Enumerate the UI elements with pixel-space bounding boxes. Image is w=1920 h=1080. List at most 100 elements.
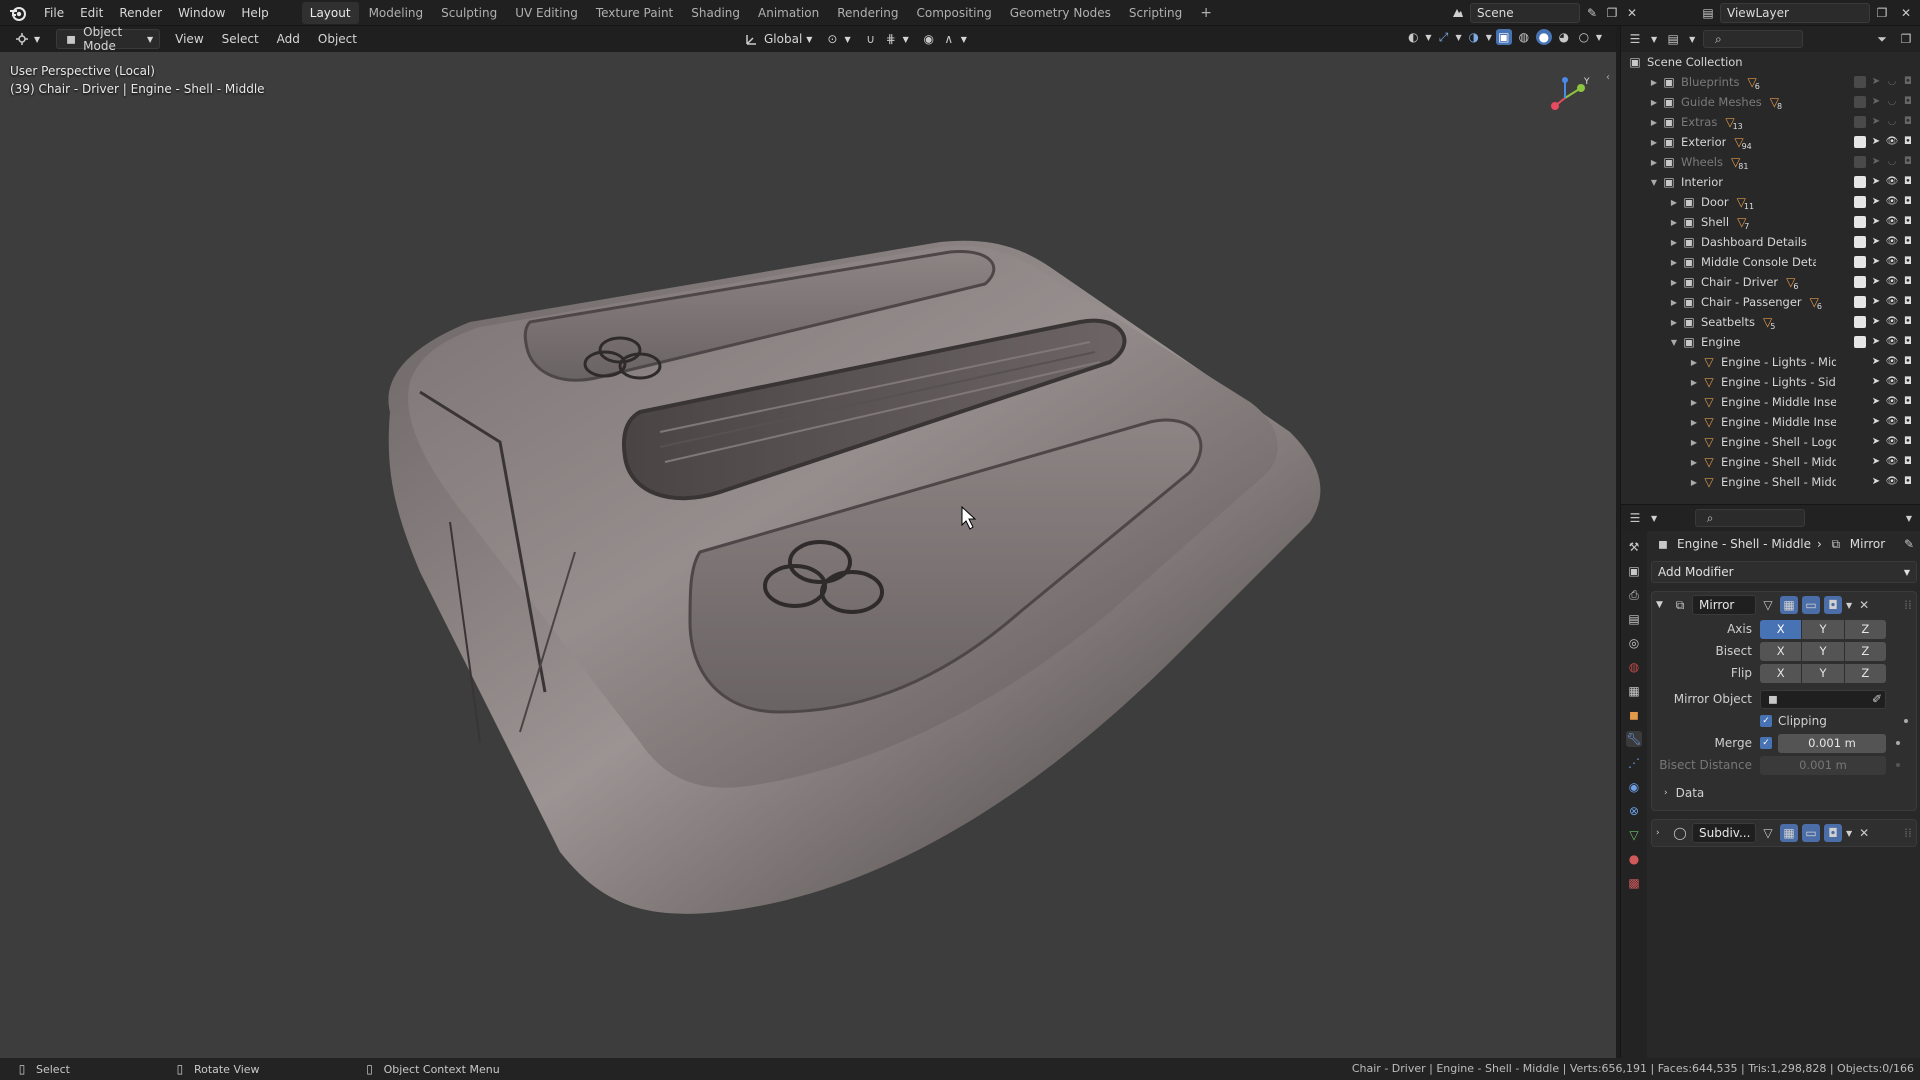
- selectable-arrow-icon[interactable]: ➤: [1870, 454, 1882, 470]
- scene-collection-row[interactable]: ▣ Scene Collection: [1621, 52, 1920, 72]
- render-toggle-icon[interactable]: ◘: [1824, 824, 1842, 842]
- exclude-checkbox[interactable]: [1854, 296, 1866, 308]
- bisect-y-toggle[interactable]: Y: [1802, 641, 1845, 661]
- eye-icon[interactable]: 👁︎: [1886, 194, 1899, 210]
- chevron-down-icon[interactable]: ▼: [1846, 829, 1852, 838]
- selectable-arrow-icon[interactable]: ➤: [1870, 414, 1882, 430]
- drag-handle-icon[interactable]: ⁞⁞: [1900, 597, 1916, 613]
- eye-icon[interactable]: 👁︎: [1886, 414, 1899, 430]
- outliner-item[interactable]: ▼ ▣ Interior ➤ 👁︎ ◘: [1621, 172, 1920, 192]
- camera-icon[interactable]: ◘: [1902, 94, 1914, 110]
- drag-handle-icon[interactable]: ⁞⁞: [1900, 825, 1916, 841]
- view-layer-tab-icon[interactable]: ▤: [1626, 611, 1642, 627]
- eye-icon[interactable]: ◡: [1886, 74, 1898, 90]
- selectable-arrow-icon[interactable]: ➤: [1870, 74, 1882, 90]
- collapsed-arrow-icon[interactable]: ▶: [1687, 358, 1701, 367]
- eye-icon[interactable]: 👁︎: [1886, 294, 1899, 310]
- tab-uv-editing[interactable]: UV Editing: [507, 2, 586, 24]
- camera-icon[interactable]: ◘: [1902, 334, 1914, 350]
- exclude-checkbox[interactable]: [1854, 196, 1866, 208]
- selectable-arrow-icon[interactable]: ➤: [1870, 234, 1882, 250]
- outliner-item[interactable]: ▶ ▣ Chair - Driver ▽ 6 ➤ 👁︎ ◘: [1621, 272, 1920, 292]
- eye-icon[interactable]: 👁︎: [1886, 334, 1899, 350]
- add-workspace-icon[interactable]: +: [1192, 2, 1220, 24]
- tab-modeling[interactable]: Modeling: [361, 2, 432, 24]
- blender-logo-icon[interactable]: [0, 5, 36, 21]
- properties-editor-icon[interactable]: ☰: [1627, 510, 1643, 526]
- collapsed-arrow-icon[interactable]: ▶: [1647, 158, 1661, 167]
- merge-distance-field[interactable]: 0.001 m: [1778, 733, 1886, 753]
- selectable-arrow-icon[interactable]: ➤: [1870, 154, 1882, 170]
- editor-type-button[interactable]: ▼: [8, 29, 46, 49]
- menu-help[interactable]: Help: [233, 0, 276, 26]
- tab-geometry-nodes[interactable]: Geometry Nodes: [1002, 2, 1119, 24]
- collapsed-arrow-icon[interactable]: ▶: [1687, 438, 1701, 447]
- keyframe-dot-icon[interactable]: [1896, 763, 1900, 767]
- camera-icon[interactable]: ◘: [1902, 194, 1914, 210]
- outliner-item[interactable]: ▼ ▣ Engine ➤ 👁︎ ◘: [1621, 332, 1920, 352]
- outliner-item[interactable]: ▶ ▣ Extras ▽ 13 ➤ ◡ ◘: [1621, 112, 1920, 132]
- navigation-gizmo[interactable]: Y: [1545, 70, 1595, 120]
- expand-chevron-icon[interactable]: ›: [1656, 828, 1668, 838]
- outliner-item[interactable]: ▶▽ Engine - Shell - Middle ➤👁︎◘: [1621, 452, 1920, 472]
- cage-toggle-icon[interactable]: ▦: [1780, 596, 1798, 614]
- tab-rendering[interactable]: Rendering: [829, 2, 906, 24]
- collapsed-arrow-icon[interactable]: ▶: [1667, 278, 1681, 287]
- exclude-checkbox[interactable]: [1854, 236, 1866, 248]
- filter-icon[interactable]: ⏷: [1874, 31, 1890, 47]
- bisect-distance-field[interactable]: 0.001 m: [1760, 755, 1886, 775]
- eye-icon[interactable]: 👁︎: [1886, 394, 1899, 410]
- tab-sculpting[interactable]: Sculpting: [433, 2, 505, 24]
- exclude-checkbox[interactable]: [1854, 276, 1866, 288]
- collapsed-arrow-icon[interactable]: ▶: [1667, 258, 1681, 267]
- menu-window[interactable]: Window: [170, 0, 233, 26]
- eye-icon[interactable]: 👁︎: [1886, 174, 1899, 190]
- material-tab-icon[interactable]: ●: [1626, 851, 1642, 867]
- flip-y-toggle[interactable]: Y: [1802, 663, 1845, 683]
- outliner-item[interactable]: ▶ ▣ Guide Meshes ▽ 8 ➤ ◡ ◘: [1621, 92, 1920, 112]
- viewlayer-field[interactable]: ViewLayer: [1720, 3, 1870, 23]
- outliner-search-input[interactable]: ⌕: [1703, 30, 1804, 48]
- mirror-object-field[interactable]: ◼ ✐: [1760, 689, 1886, 709]
- clipping-checkbox[interactable]: ✓: [1760, 715, 1772, 727]
- 3d-viewport[interactable]: User Perspective (Local) (39) Chair - Dr…: [0, 52, 1616, 1058]
- menu-view[interactable]: View: [166, 32, 212, 46]
- tool-tab-icon[interactable]: ⚒: [1626, 539, 1642, 555]
- orientation-selector[interactable]: Global ▼: [738, 29, 818, 49]
- eye-icon[interactable]: ◡: [1886, 94, 1898, 110]
- chevron-down-icon[interactable]: ▼: [1846, 601, 1852, 610]
- collapsed-arrow-icon[interactable]: ▶: [1647, 78, 1661, 87]
- scene-icon[interactable]: [1450, 5, 1466, 21]
- edit-mode-icon[interactable]: ▽: [1760, 597, 1776, 613]
- mode-selector[interactable]: ◼ Object Mode ▼: [56, 25, 161, 53]
- remove-scene-icon[interactable]: ✕: [1624, 5, 1640, 21]
- tab-layout[interactable]: Layout: [301, 1, 359, 24]
- cage-toggle-icon[interactable]: ▦: [1780, 824, 1798, 842]
- camera-icon[interactable]: ◘: [1902, 454, 1914, 470]
- collapsed-arrow-icon[interactable]: ▶: [1647, 138, 1661, 147]
- remove-modifier-icon[interactable]: ✕: [1856, 825, 1872, 841]
- flip-z-toggle[interactable]: Z: [1844, 663, 1886, 683]
- camera-icon[interactable]: ◘: [1902, 214, 1914, 230]
- eye-icon[interactable]: 👁︎: [1886, 374, 1899, 390]
- exclude-checkbox[interactable]: [1854, 256, 1866, 268]
- keyframe-dot-icon[interactable]: [1896, 741, 1900, 745]
- data-subpanel-header[interactable]: › Data: [1652, 782, 1916, 804]
- camera-icon[interactable]: ◘: [1902, 174, 1914, 190]
- eye-icon[interactable]: 👁︎: [1886, 274, 1899, 290]
- camera-icon[interactable]: ◘: [1902, 234, 1914, 250]
- outliner-item[interactable]: ▶ ▣ Dashboard Details ➤ 👁︎ ◘: [1621, 232, 1920, 252]
- viewport-toggle-icon[interactable]: ▭: [1802, 596, 1820, 614]
- selectable-arrow-icon[interactable]: ➤: [1870, 434, 1882, 450]
- camera-icon[interactable]: ◘: [1902, 314, 1914, 330]
- collapsed-arrow-icon[interactable]: ▶: [1687, 418, 1701, 427]
- collapsed-arrow-icon[interactable]: ▶: [1687, 478, 1701, 487]
- camera-icon[interactable]: ◘: [1902, 374, 1914, 390]
- collection-tab-icon[interactable]: ▦: [1626, 683, 1642, 699]
- data-tab-icon[interactable]: ▽: [1626, 827, 1642, 843]
- collapsed-arrow-icon[interactable]: ▶: [1667, 318, 1681, 327]
- viewlayer-icon[interactable]: ▤: [1700, 5, 1716, 21]
- exclude-checkbox[interactable]: [1854, 96, 1866, 108]
- new-collection-icon[interactable]: ❐: [1898, 31, 1914, 47]
- outliner-item[interactable]: ▶ ▣ Wheels ▽ 81 ➤ ◡ ◘: [1621, 152, 1920, 172]
